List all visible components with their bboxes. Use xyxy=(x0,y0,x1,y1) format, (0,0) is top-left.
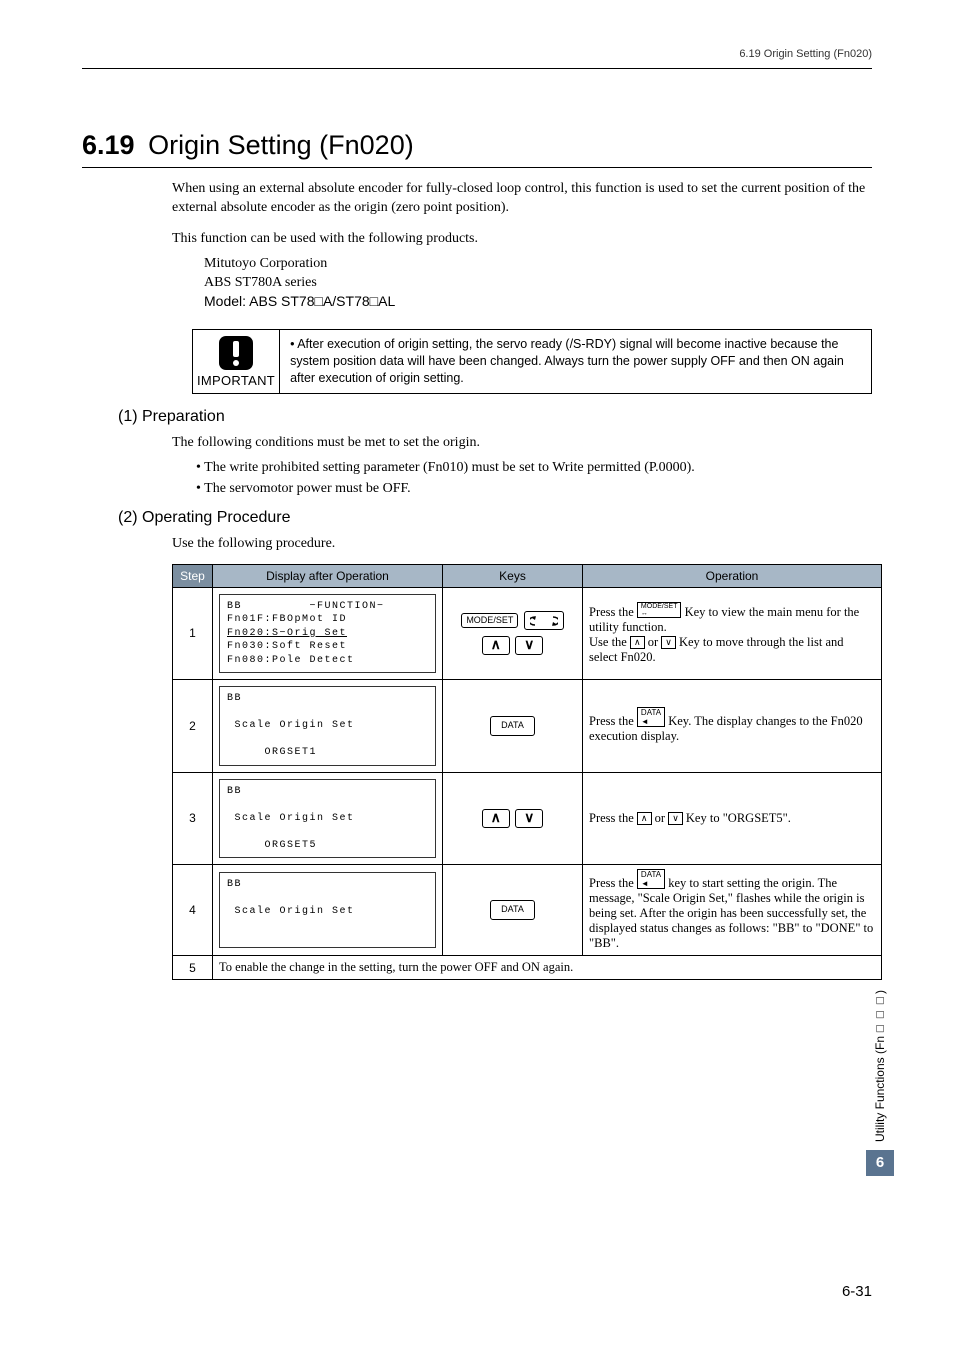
scroll-key-icon xyxy=(524,611,564,630)
sub1-para: The following conditions must be met to … xyxy=(172,434,872,453)
title-rule xyxy=(82,167,872,168)
op-text: Key to "ORGSET5". xyxy=(683,811,791,825)
up-key-icon: ∧ xyxy=(482,809,510,828)
down-inline-key-icon: ∨ xyxy=(668,812,683,825)
intro-para-1: When using an external absolute encoder … xyxy=(172,180,872,218)
table-row: 2 BB Scale Origin Set ORGSET1 DATA Press… xyxy=(173,680,882,773)
th-keys: Keys xyxy=(443,564,583,587)
body-text: When using an external absolute encoder … xyxy=(172,180,872,311)
product-line: Model: ABS ST78□A/ST78□AL xyxy=(204,292,872,311)
keys-cell: DATA xyxy=(443,680,583,773)
sub2-para: Use the following procedure. xyxy=(172,535,872,554)
op-text: Press the xyxy=(589,605,637,619)
keys-cell: DATA xyxy=(443,865,583,956)
down-inline-key-icon: ∨ xyxy=(661,636,676,649)
important-box: IMPORTANT • After execution of origin se… xyxy=(192,329,872,394)
display-cell: BB Scale Origin Set xyxy=(213,865,443,956)
op-text: Use the xyxy=(589,635,630,649)
operation-cell-full: To enable the change in the setting, tur… xyxy=(213,956,882,980)
display-cell: BB Scale Origin Set ORGSET5 xyxy=(213,772,443,865)
section-title: 6.19 Origin Setting (Fn020) xyxy=(82,130,872,161)
procedure-table: Step Display after Operation Keys Operat… xyxy=(172,564,882,981)
intro-para-2: This function can be used with the follo… xyxy=(172,230,872,249)
sub1-body: The following conditions must be met to … xyxy=(172,434,872,499)
mode-set-key-icon: MODE/SET xyxy=(461,613,518,628)
table-row: 3 BB Scale Origin Set ORGSET5 ∧ ∨ Press … xyxy=(173,772,882,865)
table-header-row: Step Display after Operation Keys Operat… xyxy=(173,564,882,587)
header-rule xyxy=(82,68,872,69)
page-content: 6.19 Origin Setting (Fn020) When using a… xyxy=(82,130,872,980)
running-header: 6.19 Origin Setting (Fn020) xyxy=(739,48,872,60)
operation-cell: Press the MODE/SET↔ Key to view the main… xyxy=(583,587,882,680)
step-num: 1 xyxy=(173,587,213,680)
table-row: 4 BB Scale Origin Set DATA Press the DAT… xyxy=(173,865,882,956)
sub2-body: Use the following procedure. xyxy=(172,535,872,554)
subsection-heading: (1) Preparation xyxy=(118,408,872,426)
side-tab-number: 6 xyxy=(866,1150,894,1176)
keys-cell: MODE/SET ∧ ∨ xyxy=(443,587,583,680)
display-cell: BB Scale Origin Set ORGSET1 xyxy=(213,680,443,773)
important-icon-cell: IMPORTANT xyxy=(193,330,280,393)
exclamation-icon xyxy=(219,336,253,370)
side-tab: Utility Functions (Fn□□□) 6 xyxy=(866,990,894,1176)
lcd-screen: BB Scale Origin Set xyxy=(219,872,436,948)
subsection-heading: (2) Operating Procedure xyxy=(118,509,872,527)
th-operation: Operation xyxy=(583,564,882,587)
important-label: IMPORTANT xyxy=(197,373,275,388)
product-list: Mitutoyo Corporation ABS ST780A series M… xyxy=(204,255,872,312)
data-key-icon: DATA xyxy=(490,900,535,920)
lcd-screen: BB Scale Origin Set ORGSET5 xyxy=(219,779,436,859)
table-row: 5 To enable the change in the setting, t… xyxy=(173,956,882,980)
up-inline-key-icon: ∧ xyxy=(637,812,652,825)
th-display: Display after Operation xyxy=(213,564,443,587)
data-inline-key-icon: DATA◄ xyxy=(637,869,665,889)
product-line: ABS ST780A series xyxy=(204,274,872,293)
up-key-icon: ∧ xyxy=(482,636,510,655)
operation-cell: Press the ∧ or ∨ Key to "ORGSET5". xyxy=(583,772,882,865)
data-key-icon: DATA xyxy=(490,716,535,736)
display-cell: BB −FUNCTION− Fn01F:FBOpMot ID Fn020:S−O… xyxy=(213,587,443,680)
op-text: or xyxy=(652,811,669,825)
th-step: Step xyxy=(173,564,213,587)
step-num: 4 xyxy=(173,865,213,956)
data-inline-key-icon: DATA◄ xyxy=(637,707,665,727)
section-number: 6.19 xyxy=(82,130,135,160)
lcd-screen: BB Scale Origin Set ORGSET1 xyxy=(219,686,436,766)
operation-cell: Press the DATA◄ Key. The display changes… xyxy=(583,680,882,773)
section-name: Origin Setting (Fn020) xyxy=(148,130,414,160)
operation-cell: Press the DATA◄ key to start setting the… xyxy=(583,865,882,956)
bullet-item: • The write prohibited setting parameter… xyxy=(196,459,872,478)
down-key-icon: ∨ xyxy=(515,809,543,828)
keys-cell: ∧ ∨ xyxy=(443,772,583,865)
bullet-item: • The servomotor power must be OFF. xyxy=(196,480,872,499)
op-text: Press the xyxy=(589,714,637,728)
op-text: Press the xyxy=(589,876,637,890)
table-row: 1 BB −FUNCTION− Fn01F:FBOpMot ID Fn020:S… xyxy=(173,587,882,680)
lcd-screen: BB −FUNCTION− Fn01F:FBOpMot ID Fn020:S−O… xyxy=(219,594,436,674)
up-inline-key-icon: ∧ xyxy=(630,636,645,649)
step-num: 5 xyxy=(173,956,213,980)
down-key-icon: ∨ xyxy=(515,636,543,655)
op-text: Press the xyxy=(589,811,637,825)
page-number: 6-31 xyxy=(842,1283,872,1300)
op-text: or xyxy=(645,635,662,649)
product-line: Mitutoyo Corporation xyxy=(204,255,872,274)
side-tab-text: Utility Functions (Fn□□□) xyxy=(873,990,887,1142)
step-num: 2 xyxy=(173,680,213,773)
mode-set-inline-key-icon: MODE/SET↔ xyxy=(637,602,682,618)
step-num: 3 xyxy=(173,772,213,865)
bullet-list: • The write prohibited setting parameter… xyxy=(196,459,872,499)
important-text: • After execution of origin setting, the… xyxy=(280,330,871,393)
